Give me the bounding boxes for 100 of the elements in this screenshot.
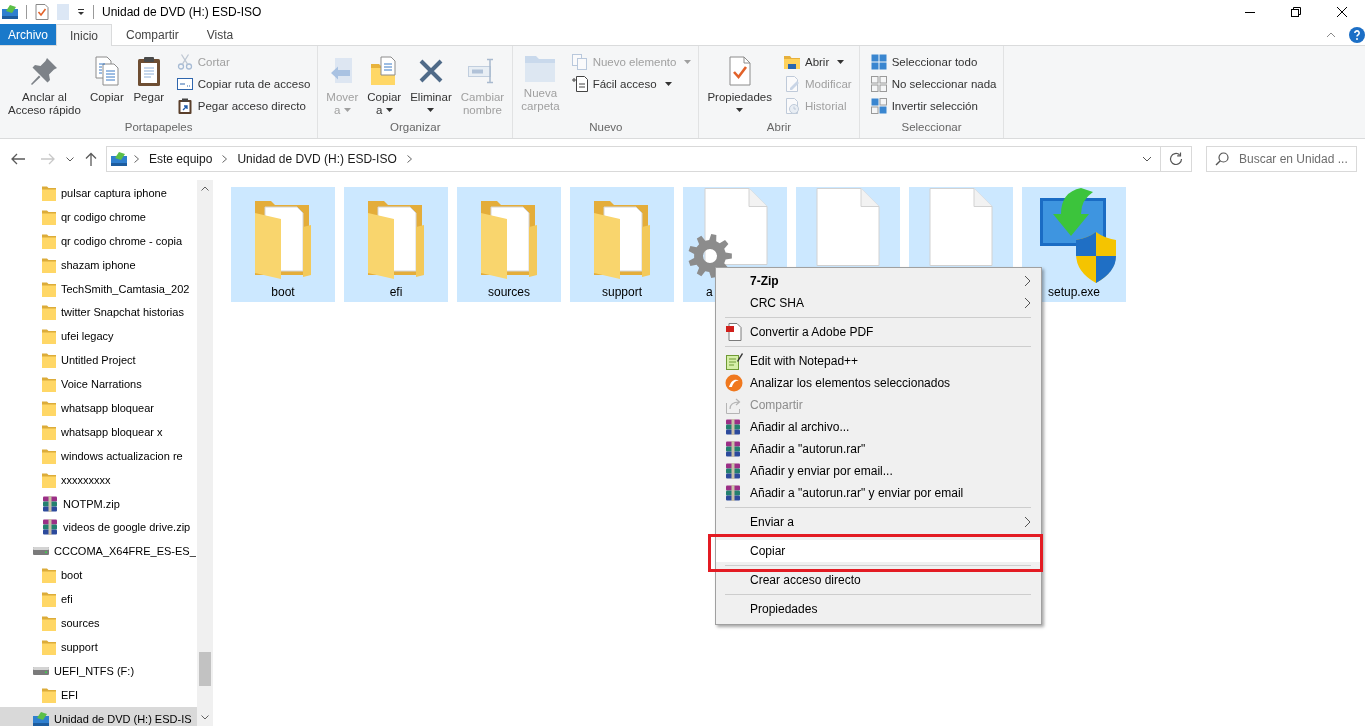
- path-icon: [176, 78, 193, 90]
- tree-item[interactable]: whatsapp bloquear: [0, 396, 197, 420]
- help-icon[interactable]: [1349, 26, 1365, 43]
- back-arrow-icon[interactable]: [10, 152, 26, 166]
- scrollbar[interactable]: [197, 180, 213, 726]
- folder-icon: [42, 256, 56, 273]
- archive-icon: [725, 419, 741, 435]
- ribbon-button[interactable]: Seleccionar todo: [868, 51, 999, 73]
- address-bar[interactable]: Este equipo Unidad de DVD (H:) ESD-ISO: [106, 146, 1161, 172]
- up-arrow-icon[interactable]: [85, 152, 97, 166]
- folder-icon: [42, 638, 56, 655]
- search-icon: [1215, 152, 1229, 166]
- ribbon-tab[interactable]: Compartir: [112, 24, 193, 45]
- folder-icon: [42, 591, 56, 608]
- tree-item[interactable]: NOTPM.zip: [0, 491, 197, 516]
- tree-item[interactable]: ufei legacy: [0, 324, 197, 349]
- chevron-down-icon[interactable]: [66, 157, 74, 162]
- menu-item[interactable]: Añadir al archivo...: [716, 416, 1041, 438]
- refresh-icon: [1169, 152, 1183, 166]
- tree-item[interactable]: support: [0, 634, 197, 659]
- folder-icon: [42, 471, 56, 488]
- menu-item[interactable]: Convertir a Adobe PDF: [716, 321, 1041, 343]
- tree-item[interactable]: xxxxxxxxx: [0, 467, 197, 492]
- menu-item[interactable]: Analizar los elementos seleccionados: [716, 372, 1041, 394]
- menu-item[interactable]: Copiar: [716, 540, 1041, 562]
- ribbon-button[interactable]: Copiar: [86, 48, 127, 104]
- refresh-button[interactable]: [1161, 146, 1192, 172]
- folder-item[interactable]: boot: [231, 187, 335, 302]
- folder-icon: [42, 328, 56, 345]
- folder-icon: [42, 447, 56, 464]
- menu-item[interactable]: Añadir a "autorun.rar" y enviar por email: [716, 482, 1041, 504]
- scroll-down-icon[interactable]: [201, 715, 209, 720]
- scrollbar-thumb[interactable]: [199, 652, 211, 686]
- menu-item[interactable]: Añadir y enviar por email...: [716, 460, 1041, 482]
- dropdown-icon[interactable]: [77, 8, 85, 16]
- close-icon[interactable]: [1337, 7, 1347, 17]
- tree-item[interactable]: twitter Snapchat historias: [0, 300, 197, 325]
- history-icon: [783, 98, 800, 114]
- chevron-right-icon: [406, 155, 412, 163]
- folder-item[interactable]: sources: [457, 187, 561, 302]
- folder-icon: [42, 184, 56, 201]
- grid-outline-icon: [870, 76, 887, 92]
- tree-item[interactable]: TechSmith_Camtasia_202: [0, 276, 197, 301]
- folder-item[interactable]: support: [570, 187, 674, 302]
- grid-icon: [870, 54, 887, 70]
- program-item[interactable]: setup.exe: [1022, 187, 1126, 302]
- tree-item[interactable]: windows actualizacion re: [0, 443, 197, 468]
- tree-item[interactable]: EFI: [0, 682, 197, 707]
- ribbon-button[interactable]: Abrir: [781, 51, 854, 73]
- menu-item[interactable]: Crear acceso directo: [716, 569, 1041, 591]
- tree-item[interactable]: Unidad de DVD (H:) ESD-IS: [0, 706, 197, 726]
- tree-item[interactable]: boot: [0, 563, 197, 588]
- tree-item[interactable]: qr codigo chrome - copia: [0, 228, 197, 253]
- ribbon-button[interactable]: Copiar ruta de acceso: [174, 73, 313, 95]
- tree-item[interactable]: Untitled Project: [0, 348, 197, 373]
- breadcrumb-item[interactable]: Unidad de DVD (H:) ESD-ISO: [234, 152, 400, 166]
- ribbon-button[interactable]: Anclar al Acceso rápido: [5, 48, 84, 117]
- tree-item[interactable]: UEFI_NTFS (F:): [0, 658, 197, 683]
- file-menu-tab[interactable]: Archivo: [0, 24, 56, 45]
- ribbon-button[interactable]: No seleccionar nada: [868, 73, 999, 95]
- ribbon-button[interactable]: Pegar: [129, 48, 168, 104]
- menu-item[interactable]: Añadir a "autorun.rar": [716, 438, 1041, 460]
- tree-item[interactable]: qr codigo chrome: [0, 204, 197, 229]
- grid-icon: [870, 98, 887, 114]
- tree-item[interactable]: CCCOMA_X64FRE_ES-ES_: [0, 539, 197, 564]
- tree-item[interactable]: shazam iphone: [0, 252, 197, 277]
- tree-item[interactable]: sources: [0, 611, 197, 635]
- folder-icon: [42, 280, 56, 297]
- ribbon-button[interactable]: Fácil acceso: [569, 73, 694, 95]
- archive-icon: [725, 485, 741, 501]
- search-field[interactable]: Buscar en Unidad ...: [1206, 146, 1357, 172]
- folder-icon: [783, 55, 800, 69]
- ribbon-button[interactable]: Copiar a: [364, 48, 405, 117]
- tree-item[interactable]: efi: [0, 587, 197, 612]
- ribbon-tab[interactable]: Vista: [192, 24, 248, 45]
- tree-item[interactable]: videos de google drive.zip: [0, 515, 197, 540]
- folder-item[interactable]: efi: [344, 187, 448, 302]
- ribbon-button[interactable]: Pegar acceso directo: [174, 95, 313, 117]
- breadcrumb-item[interactable]: Este equipo: [146, 152, 216, 166]
- menu-item[interactable]: Propiedades: [716, 598, 1041, 620]
- ribbon-button[interactable]: Eliminar: [407, 48, 455, 117]
- scroll-up-icon[interactable]: [201, 186, 209, 191]
- tree-item[interactable]: pulsar captura iphone: [0, 181, 197, 205]
- clipboard-icon: [176, 98, 193, 114]
- tree-item[interactable]: whatsapp bloquear x: [0, 419, 197, 444]
- menu-item[interactable]: Enviar a: [716, 511, 1041, 533]
- collapse-ribbon-icon[interactable]: [1326, 31, 1336, 38]
- chevron-down-icon[interactable]: [1142, 156, 1152, 162]
- folder-icon: [42, 423, 56, 440]
- ribbon-button[interactable]: Propiedades: [704, 48, 775, 117]
- share-icon: [725, 396, 741, 414]
- ribbon-tab[interactable]: Inicio: [56, 24, 113, 46]
- archive-icon: [42, 495, 58, 512]
- tree-item[interactable]: Voice Narrations: [0, 372, 197, 396]
- restore-icon[interactable]: [1291, 7, 1301, 17]
- checklist-icon[interactable]: [35, 4, 49, 20]
- menu-item[interactable]: Edit with Notepad++: [716, 350, 1041, 372]
- folder-icon: [42, 567, 56, 584]
- ribbon-button[interactable]: Invertir selección: [868, 95, 999, 117]
- disc-drive-icon: [2, 5, 18, 19]
